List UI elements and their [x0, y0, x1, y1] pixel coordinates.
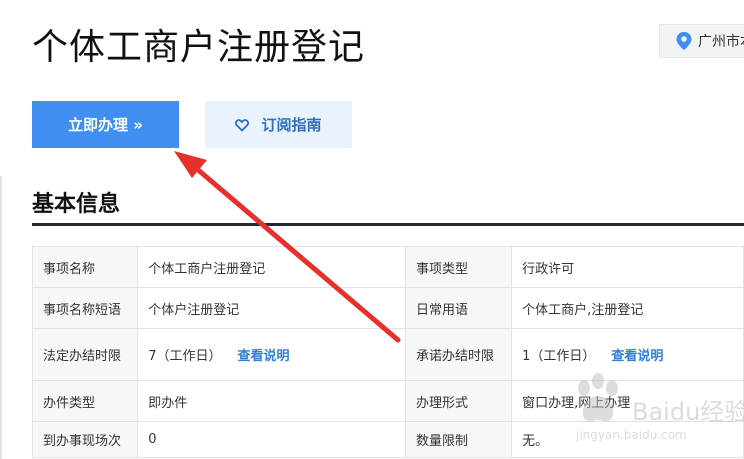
apply-now-label: 立即办理 » — [68, 116, 143, 134]
row-label: 办件类型 — [31, 380, 139, 422]
basic-info-table: 事项名称 个体工商户注册登记 事项类型 行政许可 事项名称短语 个体户注册登记 … — [31, 246, 744, 458]
view-explanation-link-legal[interactable]: 查看说明 — [238, 349, 290, 364]
row-value: 无。 — [511, 421, 744, 458]
table-row: 到办事现场次 0 数量限制 无。 — [31, 421, 744, 458]
table-row: 法定办结时限 7（工作日） 查看说明 承诺办结时限 1（工作日） 查看说明 — [31, 328, 744, 381]
row-label: 承诺办结时限 — [404, 328, 513, 381]
table-row: 事项名称短语 个体户注册登记 日常用语 个体工商户,注册登记 — [31, 287, 744, 329]
row-value: 即办件 — [137, 380, 406, 422]
page-title: 个体工商户注册登记 — [32, 27, 366, 68]
section-title: 基本信息 — [32, 192, 121, 217]
row-label: 事项名称短语 — [31, 287, 139, 329]
row-label: 办理形式 — [404, 380, 513, 422]
row-value: 7（工作日） — [148, 349, 222, 364]
subscribe-guide-button[interactable]: 订阅指南 — [205, 101, 352, 148]
row-value: 个体工商户注册登记 — [137, 246, 406, 288]
apply-now-button[interactable]: 立即办理 » — [32, 101, 179, 148]
row-label: 法定办结时限 — [31, 328, 139, 381]
row-label: 到办事现场次 — [31, 421, 139, 458]
row-label: 日常用语 — [404, 287, 513, 329]
row-value: 个体工商户,注册登记 — [511, 287, 744, 329]
row-label: 事项类型 — [404, 246, 513, 288]
row-label: 数量限制 — [404, 421, 513, 458]
view-explanation-link-promised[interactable]: 查看说明 — [611, 349, 663, 364]
table-row: 事项名称 个体工商户注册登记 事项类型 行政许可 — [31, 246, 744, 288]
row-value: 0 — [137, 421, 406, 458]
row-label: 事项名称 — [31, 246, 139, 288]
row-value: 窗口办理,网上办理 — [511, 380, 744, 422]
location-selector[interactable]: 广州市本 — [659, 24, 744, 58]
map-pin-icon — [676, 32, 692, 50]
heart-icon — [235, 118, 250, 131]
table-row: 办件类型 即办件 办理形式 窗口办理,网上办理 — [31, 380, 744, 422]
left-divider — [0, 176, 2, 459]
row-value-cell: 1（工作日） 查看说明 — [511, 328, 744, 381]
row-value-cell: 7（工作日） 查看说明 — [137, 328, 406, 381]
row-value: 个体户注册登记 — [137, 287, 406, 329]
row-value: 1（工作日） — [522, 349, 596, 364]
row-value: 行政许可 — [511, 246, 744, 288]
page: 个体工商户注册登记 广州市本 立即办理 » 订阅指南 基本信息 事项名称 个体工… — [0, 0, 744, 459]
location-label: 广州市本 — [698, 34, 744, 50]
section-divider — [32, 223, 744, 226]
subscribe-guide-label: 订阅指南 — [261, 116, 322, 134]
